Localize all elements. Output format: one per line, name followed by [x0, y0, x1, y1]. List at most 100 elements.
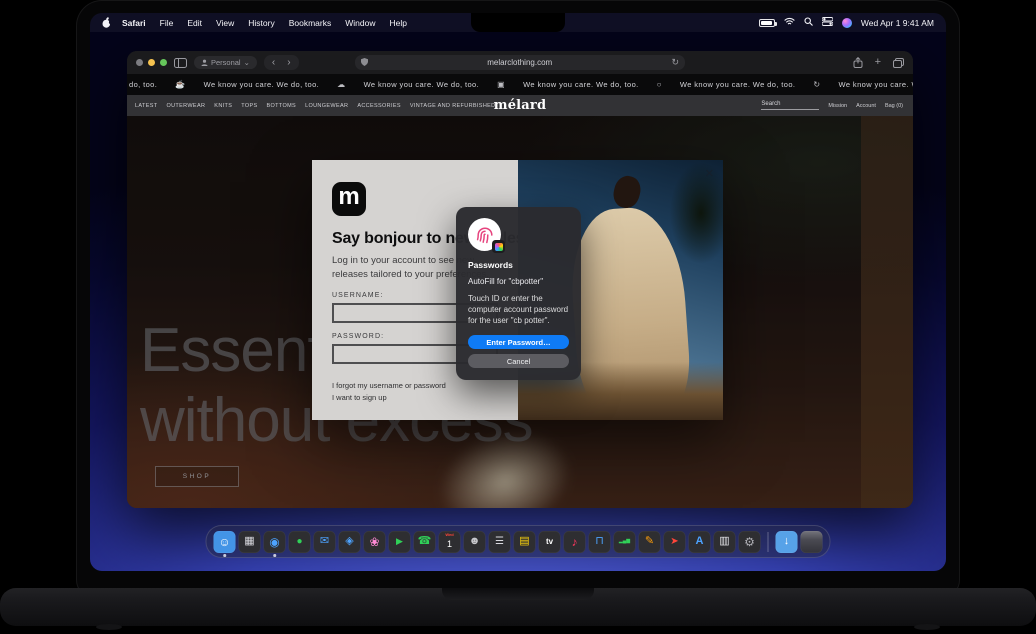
menu-safari[interactable]: Safari: [115, 18, 153, 28]
nav-loungewear[interactable]: LOUNGEWEAR: [305, 103, 348, 109]
link-bag-0-[interactable]: Bag (0): [885, 103, 903, 109]
nav-knits[interactable]: KNITS: [214, 103, 232, 109]
wifi-icon[interactable]: [784, 17, 795, 28]
dock-launchpad-icon[interactable]: ▦: [239, 531, 261, 553]
share-icon[interactable]: [853, 57, 863, 68]
site-search-input[interactable]: Search: [761, 101, 819, 110]
dock-notes-icon[interactable]: ▤: [514, 531, 536, 553]
dock-facetime-icon[interactable]: ▶: [389, 531, 411, 553]
enter-password-button[interactable]: Enter Password…: [468, 335, 569, 349]
marquee-segment: ☁ We know you care. We do, too.: [337, 80, 479, 89]
control-center-icon[interactable]: [822, 17, 833, 28]
dock-downloads-icon[interactable]: ↓: [776, 531, 798, 553]
safari-window: Personal ⌄ ‹ › melarclothing.com ↻: [127, 51, 913, 508]
nav-outerwear[interactable]: OUTERWEAR: [166, 103, 205, 109]
reload-icon[interactable]: ↻: [671, 57, 679, 68]
menu-file[interactable]: File: [153, 18, 181, 28]
sign-up-link[interactable]: I want to sign up: [332, 392, 498, 404]
dock-pages-icon[interactable]: ✎: [639, 531, 661, 553]
site-utility: Search Mission Account Bag (0): [761, 101, 903, 110]
nav-buttons: ‹ ›: [264, 55, 299, 70]
marquee-text: We know you care. We do, too.: [523, 80, 639, 89]
address-bar[interactable]: melarclothing.com ↻: [355, 55, 685, 70]
dock-finder-icon[interactable]: ☺: [214, 531, 236, 553]
close-window-button[interactable]: [136, 59, 143, 66]
droplet-icon: ○: [657, 80, 662, 89]
dock-keynote-icon[interactable]: ⊓: [589, 531, 611, 553]
window-controls: [136, 59, 167, 66]
back-button[interactable]: ‹: [272, 58, 275, 68]
toolbar-right: +: [853, 57, 904, 68]
profile-label: Personal: [211, 58, 241, 67]
sidebar-icon[interactable]: [174, 58, 187, 68]
privacy-shield-icon: [361, 58, 368, 68]
dock-numbers-icon[interactable]: ▂▄▆: [614, 531, 636, 553]
apple-menu-icon[interactable]: [102, 17, 111, 28]
site-links: Mission Account Bag (0): [828, 103, 903, 109]
profile-switcher[interactable]: Personal ⌄: [194, 56, 257, 69]
dock-reminders-icon[interactable]: ☰: [489, 531, 511, 553]
forgot-credentials-link[interactable]: I forgot my username or password: [332, 380, 498, 392]
dock-music-icon[interactable]: ♪: [564, 531, 586, 553]
tab-overview-icon[interactable]: [893, 58, 904, 68]
menu-help[interactable]: Help: [382, 18, 413, 28]
jar-icon: ☕: [175, 80, 185, 89]
marquee-text: We know you care. We do, too.: [364, 80, 480, 89]
promo-marquee: do, too.☕We know you care. We do, too.☁W…: [127, 74, 913, 95]
macbook-pro: SafariFileEditViewHistoryBookmarksWindow…: [0, 0, 1036, 634]
new-tab-button[interactable]: +: [875, 57, 881, 68]
washer-icon: ▣: [497, 80, 505, 89]
dock-maps-icon[interactable]: ◈: [339, 531, 361, 553]
dock-rocket-icon[interactable]: ➤: [664, 531, 686, 553]
close-modal-icon[interactable]: ✕: [705, 167, 714, 180]
dock-messages-icon[interactable]: ●: [289, 531, 311, 553]
cancel-button[interactable]: Cancel: [468, 354, 569, 368]
dock-mail-icon[interactable]: ✉: [314, 531, 336, 553]
cloud-icon: ☁: [337, 80, 345, 89]
marquee-segment: do, too.: [129, 80, 157, 89]
dock-phone-icon[interactable]: ☎: [414, 531, 436, 553]
siri-icon[interactable]: [842, 18, 852, 28]
menu-bar-clock[interactable]: Wed Apr 1 9:41 AM: [861, 18, 934, 28]
link-mission[interactable]: Mission: [828, 103, 847, 109]
dock-safari-icon[interactable]: ◉: [264, 531, 286, 553]
battery-icon[interactable]: [759, 19, 775, 27]
dock-contacts-icon[interactable]: ☻: [464, 531, 486, 553]
dock-photos-icon[interactable]: ❀: [364, 531, 386, 553]
marquee-segment: ☕We know you care. We do, too.: [175, 80, 319, 89]
link-account[interactable]: Account: [856, 103, 876, 109]
dock-calendar-icon[interactable]: Wed1: [439, 531, 461, 553]
dialog-app-name: Passwords: [468, 260, 569, 270]
dock-separator: [768, 532, 769, 552]
macbook-foot-left: [96, 624, 122, 630]
nav-vintage-and-refurbished[interactable]: VINTAGE AND REFURBISHED: [410, 103, 496, 109]
nav-tops[interactable]: TOPS: [241, 103, 257, 109]
site-logo[interactable]: mélard: [494, 98, 547, 113]
marquee-text: We know you care. We do, too.: [680, 80, 796, 89]
menu-history[interactable]: History: [241, 18, 281, 28]
menu-view[interactable]: View: [209, 18, 241, 28]
dock-tv-icon[interactable]: tv: [539, 531, 561, 553]
chevron-down-icon: ⌄: [244, 58, 250, 67]
minimize-window-button[interactable]: [148, 59, 155, 66]
marquee-text: We know you care. We do, too.: [839, 80, 913, 89]
dock: ☺▦◉●✉◈❀▶☎Wed1☻☰▤tv♪⊓▂▄▆✎➤A▥⚙ ↓: [206, 525, 831, 558]
zoom-window-button[interactable]: [160, 59, 167, 66]
menu-window[interactable]: Window: [338, 18, 382, 28]
forward-button[interactable]: ›: [287, 58, 290, 68]
menu-edit[interactable]: Edit: [180, 18, 209, 28]
marquee-segment: ▣ We know you care. We do, too.: [497, 80, 639, 89]
nav-accessories[interactable]: ACCESSORIES: [357, 103, 401, 109]
menu-bookmarks[interactable]: Bookmarks: [282, 18, 339, 28]
dock-freeform-icon[interactable]: ▥: [714, 531, 736, 553]
person-icon: [201, 59, 208, 66]
macbook-lid-groove: [442, 588, 594, 600]
dock-settings-icon[interactable]: ⚙: [739, 531, 761, 553]
nav-latest[interactable]: LATEST: [135, 103, 157, 109]
dock-trash-icon[interactable]: [801, 531, 823, 553]
site-header: LATEST OUTERWEAR KNITS TOPS BOTTOMS LOUNGEWEA…: [127, 95, 913, 116]
search-icon[interactable]: [804, 17, 813, 28]
dock-app-store-icon[interactable]: A: [689, 531, 711, 553]
nav-bottoms[interactable]: BOTTOMS: [267, 103, 297, 109]
display-notch: [471, 13, 565, 32]
